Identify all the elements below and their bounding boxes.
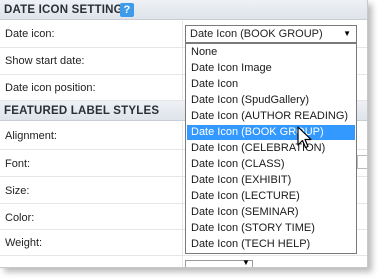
label-show-start-date: Show start date: (5, 55, 85, 67)
settings-panel: DATE ICON SETTINGS ? Date icon: Show sta… (0, 0, 368, 268)
dropdown-option[interactable]: Date Icon (LECTURE) (187, 189, 355, 204)
dropdown-option[interactable]: Date Icon (CELEBRATION) (187, 141, 355, 156)
label-size: Size: (5, 185, 30, 197)
section-title: DATE ICON SETTINGS (4, 4, 131, 16)
dropdown-option[interactable]: Date Icon (SpudGallery) (187, 93, 355, 108)
dropdown-option[interactable]: Date Icon (TECH HELP) (187, 237, 355, 252)
date-icon-dropdown-list[interactable]: None Date Icon Image Date Icon Date Icon… (185, 43, 357, 254)
label-color: Color: (5, 212, 35, 224)
label-date-icon-position: Date icon position: (5, 82, 96, 94)
dropdown-option[interactable]: Date Icon Image (187, 61, 355, 76)
dropdown-option[interactable]: Date Icon (CLASS) (187, 157, 355, 172)
font-field-edge[interactable] (357, 155, 367, 169)
date-icon-select[interactable]: Date Icon (BOOK GROUP) ▼ (185, 25, 357, 43)
label-alignment: Alignment: (5, 130, 57, 142)
dropdown-option[interactable]: Date Icon (187, 77, 355, 92)
label-font: Font: (5, 158, 31, 170)
dropdown-option[interactable]: Date Icon (EXHIBIT) (187, 173, 355, 188)
section-title: FEATURED LABEL STYLES (4, 105, 160, 117)
section-header-date-icon-settings: DATE ICON SETTINGS ? (0, 0, 367, 20)
dropdown-option[interactable]: Date Icon (STORY TIME) (187, 221, 355, 236)
dropdown-option-selected[interactable]: Date Icon (BOOK GROUP) (187, 125, 355, 140)
chevron-down-icon: ▼ (242, 258, 250, 267)
dropdown-option[interactable]: None (187, 45, 355, 60)
dropdown-option[interactable]: Date Icon (SEMINAR) (187, 205, 355, 220)
label-weight: Weight: (5, 237, 43, 249)
label-date-icon: Date icon: (5, 28, 55, 40)
chevron-down-icon: ▼ (343, 29, 351, 38)
date-icon-select-value: Date Icon (BOOK GROUP) (190, 28, 323, 40)
mouse-pointer-icon (297, 126, 312, 149)
dropdown-option[interactable]: Date Icon (AUTHOR READING) (187, 109, 355, 124)
help-icon[interactable]: ? (120, 3, 134, 17)
